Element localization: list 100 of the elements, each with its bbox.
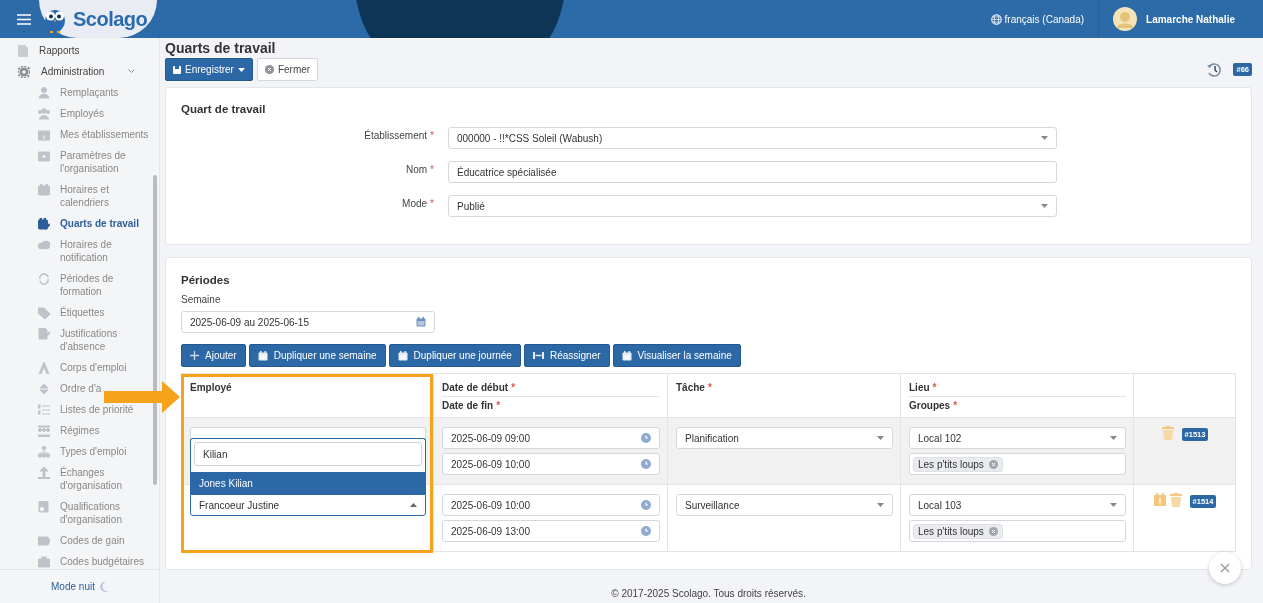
numbered-list-icon (38, 404, 50, 416)
clock-icon (641, 500, 651, 510)
close-button[interactable] (1209, 552, 1241, 584)
page-title: Quarts de travail (165, 40, 276, 56)
sidebar-item[interactable]: Employés (0, 103, 108, 124)
sidebar-item[interactable]: Rapports (0, 40, 126, 61)
column-header: Date de fin (442, 400, 494, 411)
required-mark: * (511, 382, 516, 393)
sidebar-item[interactable]: Paramètres de l'organisation (0, 145, 159, 179)
night-mode-toggle[interactable]: Mode nuit (51, 581, 95, 592)
select-field[interactable]: Local 102 (909, 427, 1126, 449)
copyright-text: © 2017-2025 Scolago. Tous droits réservés. (610, 588, 807, 599)
select-field[interactable]: Planification (676, 427, 893, 449)
hierarchy-icon (38, 446, 50, 458)
column-header: Tâche (676, 382, 705, 393)
certificate-icon (38, 501, 50, 513)
sort-icon (38, 383, 50, 395)
sidebar-item[interactable]: Échanges d'organisation (0, 462, 159, 496)
column-header: Date de début (442, 382, 509, 393)
caret-icon (1041, 136, 1048, 140)
avatar (1113, 7, 1138, 31)
sidebar-item[interactable]: Types d'emploi (0, 441, 131, 462)
toolbar-button[interactable]: Ajouter (181, 344, 246, 367)
trash-icon (1169, 493, 1182, 507)
datetime-field[interactable]: 2025-06-09 13:00 (442, 520, 660, 542)
language-selector[interactable]: français (Canada) (1004, 13, 1085, 25)
people-icon (38, 108, 50, 120)
sidebar-item[interactable]: Mes établissements (0, 124, 153, 145)
column-header: Lieu (909, 382, 930, 393)
sidebar-item[interactable]: Qualifications d'organisation (0, 496, 159, 530)
folder-icon (38, 150, 50, 162)
field-label: Mode (402, 198, 428, 209)
datetime-field[interactable]: 2025-06-09 10:00 (442, 494, 660, 516)
scrollbar[interactable] (153, 175, 157, 485)
section-title: Quart de travail (181, 103, 267, 115)
sidebar-item[interactable]: Périodes de formation (0, 268, 159, 302)
save-button[interactable]: Enregistrer (165, 58, 253, 81)
date-range-field[interactable]: 2025-06-09 au 2025-06-15 (181, 311, 435, 333)
select-field[interactable]: Surveillance (676, 494, 893, 516)
save-icon (173, 65, 181, 74)
field-label: Semaine (181, 294, 222, 305)
calendar-icon (257, 350, 268, 361)
sidebar-item[interactable]: Horaires de notification (0, 234, 159, 268)
calendar-icon (397, 350, 408, 361)
sidebar-item[interactable]: Étiquettes (0, 302, 109, 323)
sidebar-item[interactable]: Administration (0, 61, 147, 82)
datetime-field[interactable]: 2025-06-09 10:00 (442, 453, 660, 475)
sidebar-item[interactable]: Codes budgétaires (0, 551, 148, 569)
column-header: Employé (190, 382, 232, 393)
dropdown-option[interactable]: Jones Kilian (191, 472, 425, 494)
remove-icon (988, 459, 998, 469)
caret-icon (877, 436, 884, 440)
document-icon (18, 45, 28, 57)
caret-icon (410, 503, 417, 507)
required-mark: * (707, 382, 712, 393)
tags-field[interactable]: Les p'tits loups (909, 520, 1126, 542)
sidebar-item[interactable]: Horaires et calendriers (0, 179, 159, 213)
text-field[interactable]: Éducatrice spécialisée (448, 161, 1057, 183)
calendar-icon (38, 184, 50, 196)
column-header: Groupes (909, 400, 951, 411)
field-label: Nom (405, 164, 428, 175)
sidebar-item[interactable]: Listes de priorité (0, 399, 138, 420)
toolbar-button[interactable]: Visualiser la semaine (612, 344, 741, 367)
sidebar-item[interactable]: Remplaçants (0, 82, 123, 103)
select-field[interactable]: Local 103 (909, 494, 1126, 516)
reassign-icon (532, 351, 544, 360)
required-mark: * (430, 130, 434, 141)
close-icon (1219, 562, 1231, 574)
calendar-icon (416, 317, 426, 327)
clock-icon (641, 459, 651, 469)
select-field[interactable]: Francoeur Justine (190, 494, 426, 516)
compass-icon (38, 362, 50, 374)
required-mark: * (430, 198, 434, 209)
sidebar-item[interactable]: Régimes (0, 420, 104, 441)
tag-chip[interactable]: Les p'tits loups (913, 456, 1003, 472)
required-mark: * (430, 164, 434, 175)
search-field[interactable]: Kilian (194, 442, 422, 466)
sidebar-item[interactable]: Quarts de travail (0, 213, 143, 234)
select-field[interactable]: 000000 - !!*CSS Soleil (Wabush) (448, 127, 1057, 149)
caret-icon (237, 67, 245, 72)
caret-icon (1110, 436, 1117, 440)
sidebar-item[interactable]: Ordre d'a (0, 378, 106, 399)
close-button[interactable]: Fermer (256, 58, 319, 81)
toolbar-button[interactable]: Réassigner (523, 344, 610, 367)
sidebar-item[interactable]: Codes de gain (0, 530, 129, 551)
toolbar-button[interactable]: Dupliquer une semaine (248, 344, 386, 367)
building-icon (38, 129, 50, 141)
tag-chip[interactable]: Les p'tits loups (913, 523, 1003, 539)
globe-icon (990, 13, 1002, 25)
remove-icon (988, 526, 998, 536)
sidebar-item[interactable]: Justifications d'absence (0, 323, 159, 357)
toolbar-button[interactable]: Dupliquer une journée (388, 344, 521, 367)
user-name[interactable]: Lamarche Nathalie (1146, 13, 1235, 25)
close-circle-icon (264, 65, 274, 74)
sidebar-item[interactable]: Corps d'emploi (0, 357, 131, 378)
refresh-icon (38, 273, 50, 285)
datetime-field[interactable]: 2025-06-09 09:00 (442, 427, 660, 449)
field-label: Établissement (364, 130, 428, 141)
select-field[interactable]: Publié (448, 195, 1057, 217)
tags-field[interactable]: Les p'tits loups (909, 453, 1126, 475)
